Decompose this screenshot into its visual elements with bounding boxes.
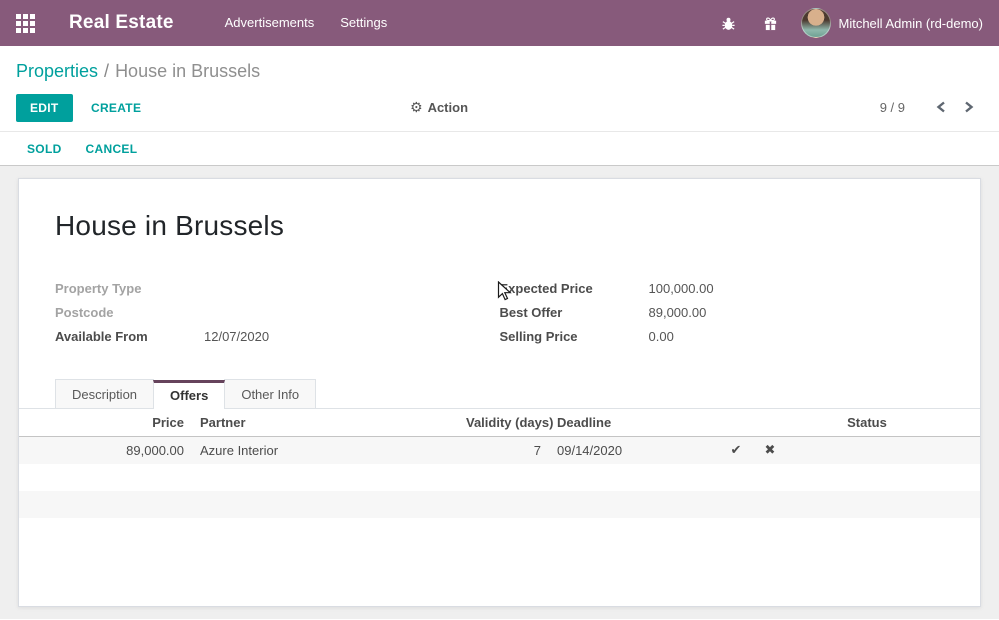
field-value-selling-price: 0.00 xyxy=(649,325,674,349)
column-header-partner[interactable]: Partner xyxy=(192,409,458,437)
field-column-left: Property Type Postcode Available From 12… xyxy=(55,277,500,349)
tab-description[interactable]: Description xyxy=(55,379,154,408)
user-avatar[interactable] xyxy=(801,8,831,38)
sold-button[interactable]: SOLD xyxy=(15,136,74,162)
empty-row xyxy=(19,464,980,491)
form-sheet: House in Brussels Property Type Postcode… xyxy=(18,178,981,607)
offers-header-row: Price Partner Validity (days) Deadline S… xyxy=(19,409,980,437)
breadcrumb-current: House in Brussels xyxy=(115,61,260,81)
column-header-deadline[interactable]: Deadline xyxy=(549,409,719,437)
breadcrumb-properties-link[interactable]: Properties xyxy=(16,61,98,81)
column-header-refuse xyxy=(753,409,787,437)
user-menu[interactable]: Mitchell Admin (rd-demo) xyxy=(839,16,984,31)
field-value-best-offer: 89,000.00 xyxy=(649,301,707,325)
field-label-available-from: Available From xyxy=(55,325,204,349)
offer-price-cell[interactable]: 89,000.00 xyxy=(19,437,192,464)
field-label-expected-price: Expected Price xyxy=(500,277,649,301)
offer-row[interactable]: 89,000.00 Azure Interior 7 09/14/2020 ✔ … xyxy=(19,437,980,464)
field-value-available-from: 12/07/2020 xyxy=(204,325,269,349)
pager-value[interactable]: 9 / 9 xyxy=(880,100,905,115)
pager-next-icon[interactable] xyxy=(955,99,983,115)
notebook-tabs: Description Offers Other Info xyxy=(19,378,980,409)
app-brand[interactable]: Real Estate xyxy=(69,12,174,34)
breadcrumb-separator: / xyxy=(104,61,109,81)
column-header-spacer xyxy=(947,409,980,437)
offer-status-cell[interactable] xyxy=(787,437,947,464)
control-panel: EDIT CREATE ⚙ Action 9 / 9 xyxy=(0,87,999,131)
column-header-validity[interactable]: Validity (days) xyxy=(458,409,549,437)
gear-icon: ⚙ xyxy=(410,99,423,115)
column-header-accept xyxy=(719,409,753,437)
debug-bug-icon[interactable] xyxy=(721,15,737,31)
form-statusbar: SOLD CANCEL xyxy=(0,131,999,166)
column-header-price[interactable]: Price xyxy=(19,409,192,437)
empty-row xyxy=(19,491,980,518)
apps-grid-icon[interactable] xyxy=(16,14,36,33)
cancel-button[interactable]: CANCEL xyxy=(74,136,150,162)
offer-row-spacer xyxy=(947,437,980,464)
record-title: House in Brussels xyxy=(55,179,944,242)
create-button[interactable]: CREATE xyxy=(77,94,155,122)
accept-offer-check-icon[interactable]: ✔ xyxy=(719,437,753,464)
menu-settings[interactable]: Settings xyxy=(327,0,400,46)
breadcrumb: Properties / House in Brussels xyxy=(0,46,999,87)
field-value-expected-price: 100,000.00 xyxy=(649,277,714,301)
field-label-best-offer: Best Offer xyxy=(500,301,649,325)
field-column-right: Expected Price 100,000.00 Best Offer 89,… xyxy=(500,277,945,349)
tab-other-info[interactable]: Other Info xyxy=(224,379,316,408)
action-label: Action xyxy=(428,100,468,115)
field-label-postcode: Postcode xyxy=(55,301,204,325)
menu-advertisements[interactable]: Advertisements xyxy=(212,0,328,46)
gift-icon[interactable] xyxy=(763,15,779,31)
field-label-property-type: Property Type xyxy=(55,277,204,301)
offer-validity-cell[interactable]: 7 xyxy=(458,437,549,464)
offers-table: Price Partner Validity (days) Deadline S… xyxy=(19,409,980,518)
refuse-offer-cross-icon[interactable]: ✖ xyxy=(753,437,787,464)
offer-partner-cell[interactable]: Azure Interior xyxy=(192,437,458,464)
tab-offers[interactable]: Offers xyxy=(153,380,225,409)
field-groups: Property Type Postcode Available From 12… xyxy=(55,277,944,349)
top-navbar: Real Estate Advertisements Settings Mitc… xyxy=(0,0,999,46)
content-area: House in Brussels Property Type Postcode… xyxy=(0,166,999,619)
action-menu[interactable]: ⚙ Action xyxy=(410,99,468,116)
pager-previous-icon[interactable] xyxy=(927,99,955,115)
column-header-status[interactable]: Status xyxy=(787,409,947,437)
offer-deadline-cell[interactable]: 09/14/2020 xyxy=(549,437,719,464)
edit-button[interactable]: EDIT xyxy=(16,94,73,122)
pager: 9 / 9 xyxy=(880,99,983,115)
field-label-selling-price: Selling Price xyxy=(500,325,649,349)
